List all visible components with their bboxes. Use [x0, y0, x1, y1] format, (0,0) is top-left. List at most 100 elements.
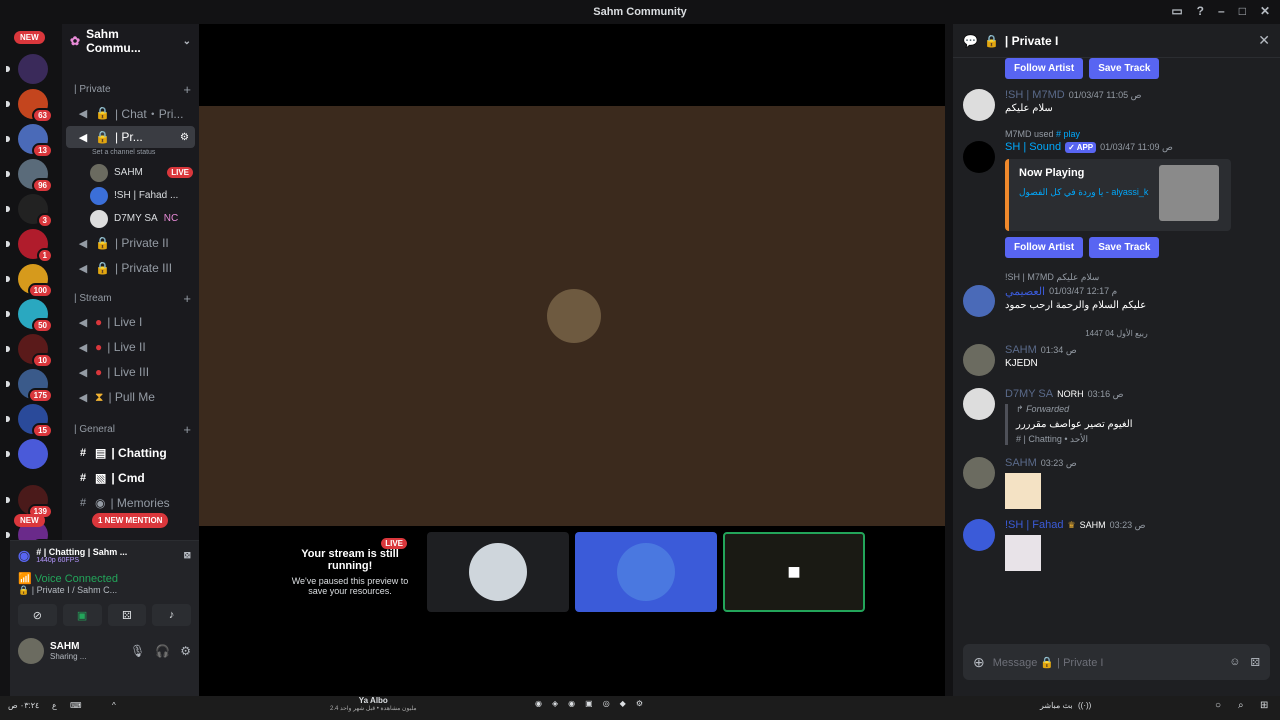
voice-user-sahm[interactable]: SAHM LIVE [62, 161, 199, 184]
new-mention-pill[interactable]: 1 NEW MENTION [92, 513, 169, 528]
message-author[interactable]: SAHM [1005, 344, 1037, 356]
command-link[interactable]: # play [1056, 129, 1080, 139]
inbox-icon[interactable]: ▭ [1171, 4, 1182, 18]
help-icon[interactable]: ? [1197, 4, 1204, 18]
maximize-icon[interactable]: □ [1239, 4, 1246, 18]
message-author[interactable]: !SH | Fahad [1005, 519, 1064, 531]
headphones-icon[interactable]: 🎧 [155, 644, 170, 658]
channel-chatting[interactable]: # ▤ | Chatting [66, 441, 195, 465]
stream-info[interactable]: ◉ # | Chatting | Sahm ... 1440p 60FPS ⊠ [10, 541, 199, 570]
sticker-image[interactable] [1005, 473, 1041, 509]
forwarded-message[interactable]: ↱ Forwarded الغيوم تصير عواصف مقرررر # |… [1005, 404, 1270, 445]
voice-user-d7my[interactable]: D7MY SA NC [62, 207, 199, 230]
server-icon[interactable]: 175 [6, 369, 53, 403]
server-icon[interactable]: 100 [6, 264, 53, 298]
shield-icon[interactable]: ◈ [552, 699, 558, 708]
message-author[interactable]: العصيمي [1005, 285, 1045, 298]
server-icon[interactable]: 139 [6, 485, 53, 519]
soundboard-icon[interactable]: ♪ [152, 604, 191, 626]
avatar[interactable] [963, 344, 995, 376]
forwarded-source[interactable]: # | Chatting • الأحد [1016, 434, 1270, 445]
user-panel[interactable]: SAHM Sharing ... 🎙 🎧 ⚙ [10, 632, 199, 670]
chrome-icon[interactable]: ◉ [535, 699, 542, 708]
participant-tile[interactable]: ■ [723, 532, 865, 612]
add-channel-icon[interactable]: + [183, 291, 191, 306]
server-icon[interactable]: 63 [6, 89, 53, 123]
server-icon[interactable]: 50 [6, 299, 53, 333]
participant-tile[interactable] [427, 532, 569, 612]
folder-icon[interactable]: ▣ [585, 699, 593, 708]
add-attachment-icon[interactable]: ⊕ [973, 654, 985, 671]
broadcast-icon[interactable]: ((·)) [1078, 701, 1091, 710]
camera-off-icon[interactable]: ⊘ [18, 604, 57, 626]
channel-status[interactable]: Set a channel status [62, 149, 199, 161]
settings-icon[interactable]: ⚙ [180, 132, 189, 143]
follow-artist-button[interactable]: Follow Artist [1005, 237, 1084, 258]
channel-live-ii[interactable]: ◀ ● | Live II [66, 335, 195, 359]
emoji-icon[interactable]: ☺ [1229, 656, 1240, 669]
search-icon[interactable]: ⌕ [1238, 700, 1244, 711]
message-author[interactable]: D7MY SA [1005, 388, 1053, 400]
channel-live-iii[interactable]: ◀ ● | Live III [66, 360, 195, 384]
server-icon[interactable]: 1 [6, 229, 53, 263]
voice-status[interactable]: 📶 Voice Connected 🔒 | Private I / Sahm C… [10, 570, 199, 598]
server-icon[interactable]: 3 [6, 194, 53, 228]
browser-icon[interactable]: ◎ [603, 699, 610, 708]
screen-share-icon[interactable]: ▣ [62, 604, 102, 626]
reply-line[interactable]: M7MD used # play [953, 129, 1280, 139]
avatar[interactable] [963, 519, 995, 551]
taskbar-clock[interactable]: ٠٣:٢٤ ص [8, 701, 39, 710]
channel-private-ii[interactable]: ◀ 🔒 | Private II [66, 231, 195, 255]
avatar[interactable] [963, 457, 995, 489]
category-general[interactable]: | General + [62, 418, 199, 440]
close-icon[interactable]: ⊠ [183, 550, 191, 561]
gamepad-icon[interactable]: ⚄ [1250, 656, 1260, 669]
minimize-icon[interactable]: – [1218, 4, 1225, 18]
chevron-up-icon[interactable]: ^ [112, 701, 116, 710]
app-icon[interactable]: ◆ [620, 699, 626, 708]
avatar[interactable] [963, 89, 995, 121]
reply-line[interactable]: !SH | M7MD سلام عليكم [953, 272, 1280, 283]
keyboard-icon[interactable]: ⌨ [70, 701, 82, 710]
message-composer[interactable]: ⊕ Message 🔒 | Private I ☺ ⚄ [963, 644, 1270, 680]
server-icon[interactable]: 96 [6, 159, 53, 193]
channel-cmd[interactable]: # ▧ | Cmd [66, 466, 195, 490]
circle-icon[interactable]: ○ [1215, 700, 1221, 711]
server-icon[interactable] [6, 54, 48, 84]
close-icon[interactable]: ✕ [1258, 32, 1270, 49]
follow-artist-button[interactable]: Follow Artist [1005, 58, 1084, 79]
category-private[interactable]: | Private + [62, 78, 199, 100]
close-window-icon[interactable]: ✕ [1260, 4, 1270, 18]
sticker-image[interactable] [1005, 535, 1041, 571]
channel-private-i[interactable]: ◀ 🔒 | Pr... ⚙ [66, 126, 195, 148]
channel-live-i[interactable]: ◀ ● | Live I [66, 310, 195, 334]
avatar[interactable] [963, 285, 995, 317]
soundcloud-icon[interactable] [963, 141, 995, 173]
add-channel-icon[interactable]: + [183, 422, 191, 437]
save-track-button[interactable]: Save Track [1089, 58, 1160, 79]
taskbar-locale[interactable]: ع [52, 701, 57, 710]
channel-pull-me[interactable]: ◀ ⧗ | Pull Me [66, 385, 195, 409]
channel-private-iii[interactable]: ◀ 🔒 | Private III [66, 256, 195, 280]
category-stream[interactable]: | Stream + [62, 287, 199, 309]
channel-memories[interactable]: # ◉ | Memories [66, 491, 195, 515]
server-icon[interactable] [6, 439, 48, 469]
microphone-icon[interactable]: 🎙 [130, 644, 145, 658]
message-author[interactable]: !SH | M7MD [1005, 89, 1065, 101]
message-author[interactable]: SH | Sound [1005, 141, 1061, 153]
settings-icon[interactable]: ⚙ [636, 699, 643, 708]
server-icon[interactable]: 13 [6, 124, 53, 158]
add-channel-icon[interactable]: + [183, 82, 191, 97]
message-input[interactable]: Message 🔒 | Private I [993, 656, 1104, 669]
voice-user-fahad[interactable]: !SH | Fahad ... [62, 184, 199, 207]
activity-icon[interactable]: ⚄ [107, 604, 147, 626]
server-header[interactable]: ✿ Sahm Commu... ⌄ [62, 24, 199, 58]
gear-icon[interactable]: ⚙ [180, 644, 191, 658]
server-icon[interactable]: 10 [6, 334, 53, 368]
media-widget[interactable]: Ya Albo 2.4 مليون مشاهدة • قبل شهر واحد [330, 696, 417, 712]
windows-icon[interactable]: ⊞ [1260, 700, 1268, 711]
channel-chat-private[interactable]: ◀ 🔒 | Chat・Pri... [66, 101, 195, 125]
message-author[interactable]: SAHM [1005, 457, 1037, 469]
server-icon[interactable]: 15 [6, 404, 53, 438]
paused-preview[interactable]: LIVE Your stream is still running! We've… [279, 532, 421, 612]
